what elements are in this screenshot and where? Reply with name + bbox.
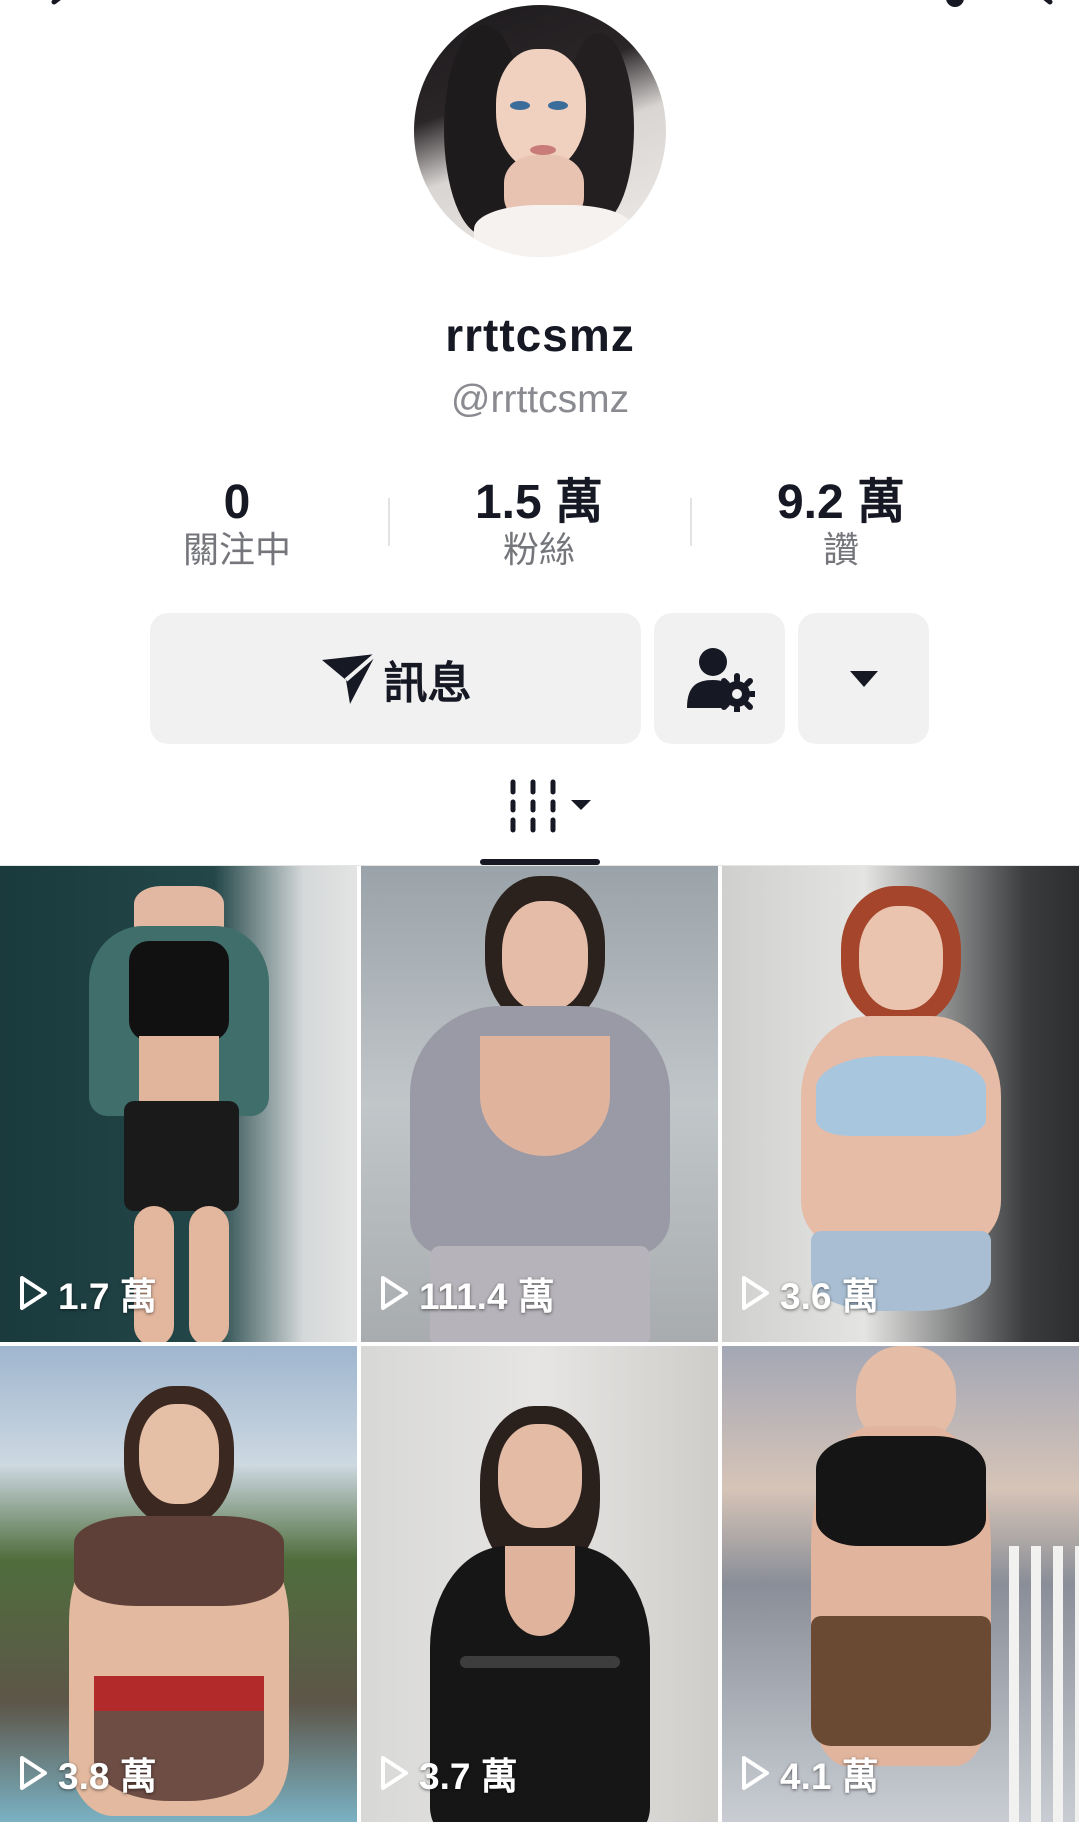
stat-value: 1.5 萬 [474, 476, 604, 529]
video-grid-icon[interactable] [505, 778, 595, 833]
user-gear-icon [686, 647, 755, 712]
view-count-text: 1.7 萬 [58, 1276, 157, 1317]
view-count: 3.7 萬 [379, 1746, 518, 1800]
view-count: 111.4 萬 [379, 1266, 555, 1320]
play-icon [742, 1276, 769, 1310]
view-count: 4.1 萬 [740, 1746, 879, 1800]
play-icon [381, 1756, 408, 1790]
caret-down-icon [849, 670, 878, 687]
video-thumbnail[interactable]: 3.6 萬 [722, 866, 1079, 1342]
video-thumbnail[interactable]: 111.4 萬 [361, 866, 718, 1342]
send-icon [321, 651, 377, 704]
view-count-text: 3.8 萬 [58, 1756, 157, 1797]
back-arrow-icon[interactable] [40, 0, 80, 16]
play-icon [20, 1276, 47, 1310]
view-count: 1.7 萬 [18, 1266, 157, 1320]
video-thumbnail[interactable]: 1.7 萬 [0, 866, 357, 1342]
stat-likes[interactable]: 9.2 萬 讚 [731, 477, 951, 571]
more-options-button[interactable] [798, 613, 929, 744]
stat-value: 9.2 萬 [776, 476, 906, 529]
video-thumbnail[interactable]: 4.1 萬 [722, 1346, 1079, 1822]
view-count-text: 3.6 萬 [780, 1276, 879, 1317]
stat-label: 粉絲 [502, 529, 575, 570]
message-label: 訊息 [383, 658, 472, 708]
profile-avatar[interactable] [414, 5, 666, 257]
stat-label: 讚 [822, 529, 859, 570]
stat-label: 關注中 [182, 529, 291, 570]
view-count-text: 4.1 萬 [780, 1756, 879, 1797]
play-icon [20, 1756, 47, 1790]
view-count: 3.8 萬 [18, 1746, 157, 1800]
profile-handle: @rrttcsmz [450, 378, 630, 421]
user-settings-button[interactable] [654, 613, 785, 744]
share-icon[interactable] [860, 0, 1060, 16]
video-thumbnail[interactable]: 3.8 萬 [0, 1346, 357, 1822]
view-count: 3.6 萬 [740, 1266, 879, 1320]
video-thumbnail[interactable]: 3.7 萬 [361, 1346, 718, 1822]
view-count-text: 3.7 萬 [419, 1756, 518, 1797]
play-icon [381, 1276, 408, 1310]
profile-display-name: rrttcsmz [445, 309, 635, 361]
view-count-text: 111.4 萬 [419, 1276, 555, 1317]
message-button[interactable]: 訊息 [150, 613, 641, 744]
stat-following[interactable]: 0 關注中 [127, 477, 347, 571]
play-icon [742, 1756, 769, 1790]
stat-divider [690, 498, 692, 546]
stat-value: 0 [223, 476, 251, 529]
stat-followers[interactable]: 1.5 萬 粉絲 [429, 477, 649, 571]
stat-divider [388, 498, 390, 546]
